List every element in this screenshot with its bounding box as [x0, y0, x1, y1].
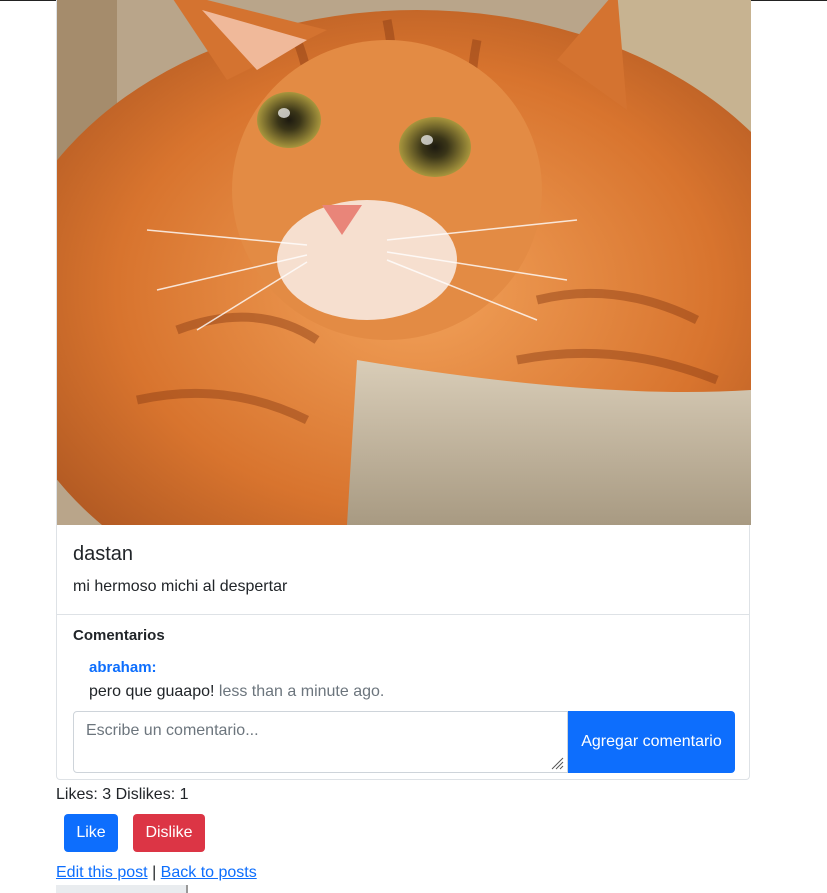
post-card: dastan mi hermoso michi al despertar Com…	[56, 0, 751, 780]
like-button[interactable]: Like	[64, 814, 118, 852]
reaction-stats: Likes: 3 Dislikes: 1	[56, 786, 189, 803]
dislike-button[interactable]: Dislike	[133, 814, 205, 852]
back-to-posts-link[interactable]: Back to posts	[161, 864, 257, 881]
link-separator: |	[152, 864, 157, 881]
comments-section: Comentarios abraham: pero que guaapo! le…	[57, 615, 749, 779]
delete-button-partial[interactable]	[56, 885, 188, 893]
comment-input[interactable]: Escribe un comentario...	[73, 711, 568, 773]
post-image	[57, 0, 751, 525]
post-author: dastan	[73, 543, 134, 565]
comment-timestamp: less than a minute ago.	[218, 683, 385, 700]
comment-author: abraham:	[89, 659, 157, 676]
comment-item: pero que guaapo! less than a minute ago.	[89, 683, 384, 701]
post-caption: mi hermoso michi al despertar	[73, 578, 288, 595]
resize-grip-icon[interactable]	[548, 754, 564, 770]
post-links: Edit this post | Back to posts	[56, 864, 257, 882]
edit-post-link[interactable]: Edit this post	[56, 864, 148, 881]
comment-text: pero que guaapo!	[89, 683, 215, 700]
add-comment-button[interactable]: Agregar comentario	[568, 711, 735, 773]
comments-heading: Comentarios	[73, 627, 165, 644]
comment-form: Escribe un comentario... Agregar comenta…	[73, 711, 735, 773]
post-body: dastan mi hermoso michi al despertar	[57, 525, 749, 615]
